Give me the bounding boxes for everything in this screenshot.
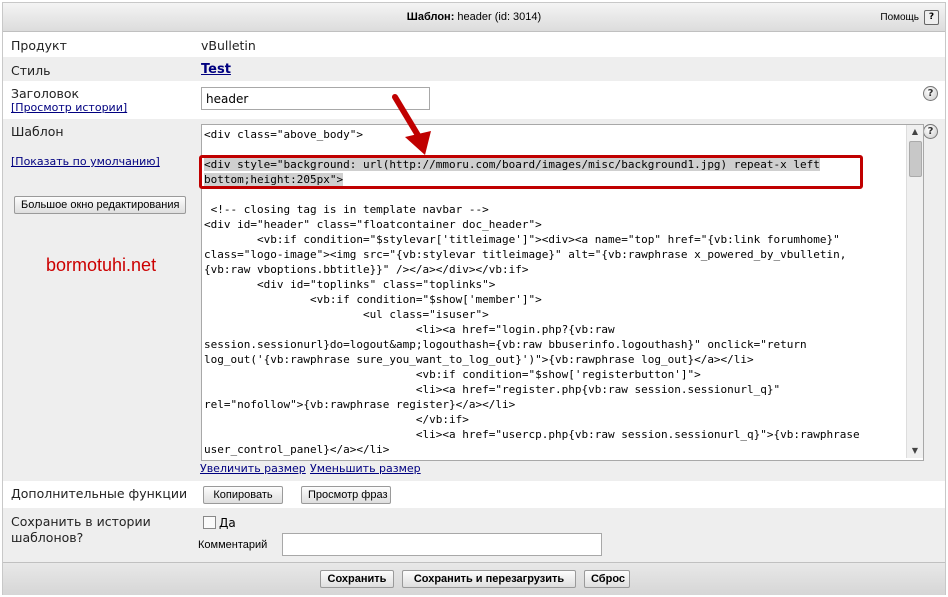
- style-label: Стиль: [11, 63, 51, 78]
- code-line: <vb:if condition="$show['member']">: [204, 293, 542, 306]
- code-line: class="logo-image"><img src="{vb:styleva…: [204, 248, 847, 261]
- code-line: </vb:if>: [204, 413, 469, 426]
- style-value-link[interactable]: Test: [201, 62, 231, 77]
- copy-button[interactable]: Копировать: [203, 486, 283, 504]
- save-history-checkbox-label: Да: [219, 516, 236, 530]
- code-line: <li><a href="login.php?{vb:raw: [204, 323, 615, 336]
- product-label: Продукт: [11, 38, 67, 53]
- save-history-checkbox[interactable]: [203, 516, 216, 529]
- code-line: <vb:if condition="$show['registerbutton'…: [204, 368, 701, 381]
- row-title: Заголовок [Просмотр истории] header ?: [3, 81, 945, 119]
- form-header: Шаблон: header (id: 3014) Помощь ?: [3, 3, 945, 32]
- save-history-label-line2: шаблонов?: [11, 530, 84, 545]
- save-history-label-line1: Сохранить в истории: [11, 514, 151, 529]
- help-icon[interactable]: ?: [924, 10, 939, 25]
- code-line: <vb:if condition="$stylevar['titleimage'…: [204, 233, 840, 246]
- template-edit-form: Шаблон: header (id: 3014) Помощь ? Проду…: [2, 2, 946, 595]
- code-line: rel="nofollow">{vb:rawphrase register}</…: [204, 398, 516, 411]
- code-line: session.sessionurl}do=logout&amp;logouth…: [204, 338, 807, 351]
- extra-functions-label: Дополнительные функции: [11, 486, 188, 501]
- row-extra-functions: Дополнительные функции Копировать Просмо…: [3, 481, 945, 508]
- code-line: <ul class="isuser">: [204, 308, 489, 321]
- product-value: vBulletin: [201, 38, 256, 53]
- reset-button[interactable]: Сброс: [584, 570, 630, 588]
- shrink-link[interactable]: Уменьшить размер: [310, 462, 421, 475]
- scroll-thumb[interactable]: [909, 141, 922, 177]
- red-arrow-icon: [392, 94, 431, 155]
- question-icon[interactable]: ?: [923, 86, 938, 101]
- page-title: Шаблон: header (id: 3014): [406, 11, 542, 23]
- comment-label: Комментарий: [198, 539, 268, 551]
- enlarge-link[interactable]: Увеличить размер: [200, 462, 306, 475]
- question-icon[interactable]: ?: [923, 124, 938, 139]
- code-line: log_out('{vb:rawphrase sure_you_want_to_…: [204, 353, 754, 366]
- view-history-link[interactable]: [Просмотр истории]: [11, 101, 127, 114]
- save-and-reload-button[interactable]: Сохранить и перезагрузить: [402, 570, 576, 588]
- highlight-annotation-box: [199, 155, 863, 189]
- scroll-down-arrow-icon[interactable]: ▼: [907, 444, 923, 458]
- code-line: <li><a href="register.php{vb:raw session…: [204, 383, 781, 396]
- large-editor-button[interactable]: Большое окно редактирования: [14, 196, 186, 214]
- help-link[interactable]: Помощь: [880, 12, 919, 23]
- title-label: Заголовок: [11, 86, 80, 101]
- show-default-link[interactable]: [Показать по умолчанию]: [11, 155, 160, 168]
- watermark-text: bormotuhi.net: [46, 255, 157, 275]
- code-line: <!-- closing tag is in template navbar -…: [204, 203, 489, 216]
- view-phrases-button[interactable]: Просмотр фраз: [301, 486, 391, 504]
- code-line: user_control_panel}</a></li>: [204, 443, 390, 456]
- row-style: Стиль Test: [3, 57, 945, 81]
- comment-input[interactable]: [282, 533, 602, 556]
- code-line: <div id="toplinks" class="toplinks">: [204, 278, 496, 291]
- code-line: <div id="header" class="floatcontainer d…: [204, 218, 542, 231]
- code-line: <div class="above_body">: [204, 128, 363, 141]
- row-save-history: Сохранить в истории шаблонов? Да Коммент…: [3, 508, 945, 562]
- code-line: <li><a href="usercp.php{vb:raw session.s…: [204, 428, 860, 441]
- row-product: Продукт vBulletin: [3, 32, 945, 57]
- form-footer: Сохранить Сохранить и перезагрузить Сбро…: [3, 562, 945, 595]
- scroll-up-arrow-icon[interactable]: ▲: [907, 125, 923, 139]
- template-label: Шаблон: [11, 124, 64, 139]
- code-line: {vb:raw vboptions.bbtitle}}" /></a></div…: [204, 263, 529, 276]
- save-button[interactable]: Сохранить: [320, 570, 394, 588]
- code-scrollbar[interactable]: ▲ ▼: [906, 125, 923, 458]
